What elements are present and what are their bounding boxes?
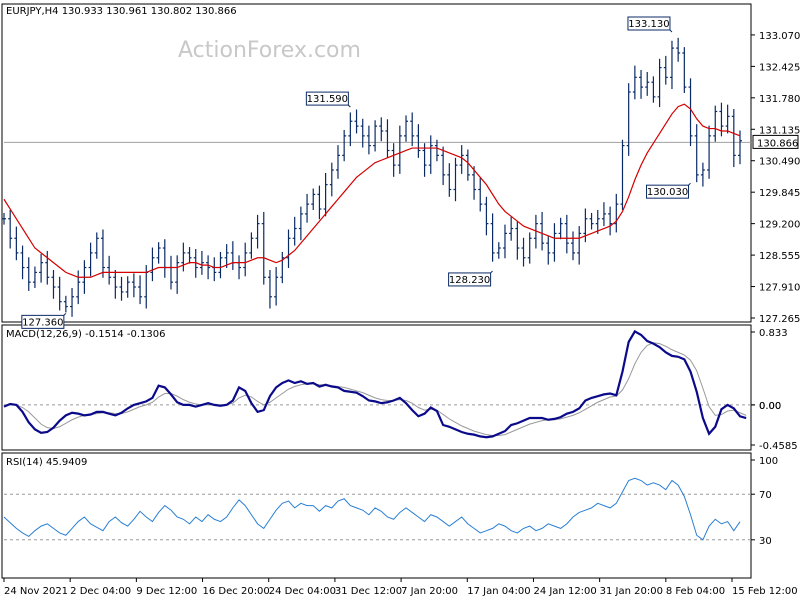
price-axis-tick-label: 129.200 [759,220,800,231]
price-axis-tick-label: 128.555 [759,251,800,262]
callout-label: 133.130 [628,19,669,30]
last-price-badge: 130.866 [752,134,799,149]
price-callout: 127.360 [21,313,67,329]
x-axis-tick-label: 31 Dec 12:00 [335,586,402,597]
x-axis-tick-label: 24 Dec 04:00 [269,586,336,597]
price-axis-tick-label: 133.070 [759,31,800,42]
last-price-label: 130.866 [757,138,798,149]
callout-label: 127.360 [22,317,63,328]
rsi-axis-tick-label: 70 [759,490,772,501]
x-axis-tick-label: 24 Jan 12:00 [533,586,596,597]
price-callout: 133.130 [627,16,673,33]
x-axis-tick-label: 16 Dec 20:00 [203,586,270,597]
symbol-header: EURJPY,H4 130.933 130.961 130.802 130.86… [6,6,237,17]
price-callout: 128.230 [448,270,493,287]
watermark: ActionForex.com [178,38,361,63]
price-axis-tick-label: 132.425 [759,62,800,73]
macd-label: MACD(12,26,9) -0.1514 -0.1306 [6,329,166,340]
x-axis-tick-label: 9 Dec 12:00 [136,586,197,597]
callout-label: 130.030 [647,187,688,198]
price-callout: 131.590 [305,91,351,108]
x-axis-tick-label: 7 Jan 20:00 [401,586,458,597]
macd-axis-tick-label: -0.4585 [759,441,798,452]
x-axis-tick-label: 24 Nov 2021 [4,586,68,597]
price-axis-tick-label: 127.910 [759,283,800,294]
x-axis-tick-label: 31 Jan 20:00 [600,586,663,597]
rsi-label: RSI(14) 45.9409 [6,457,87,468]
macd-axis-tick-label: 0.833 [759,328,788,339]
x-axis-tick-label: 8 Feb 04:00 [666,586,725,597]
macd-axis-tick-label: 0.00 [759,401,781,412]
price-axis-tick-label: 130.490 [759,157,800,168]
rsi-panel-frame [1,452,752,579]
price-panel-frame [1,3,752,323]
chart-root: EURJPY,H4 130.933 130.961 130.802 130.86… [0,0,800,600]
price-callout: 130.030 [646,182,691,199]
price-axis-tick-label: 127.265 [759,314,800,325]
x-axis-tick-label: 17 Jan 04:00 [467,586,530,597]
price-axis-tick-label: 131.780 [759,94,800,105]
callout-label: 131.590 [307,94,348,105]
price-axis-tick-label: 131.135 [759,125,800,136]
chart-svg: EURJPY,H4 130.933 130.961 130.802 130.86… [1,3,800,597]
rsi-axis-tick-label: 100 [759,456,778,467]
x-axis-tick-label: 15 Feb 12:00 [732,586,798,597]
price-axis-tick-label: 129.845 [759,188,800,199]
x-axis-tick-label: 2 Dec 04:00 [70,586,131,597]
rsi-axis-tick-label: 30 [759,536,772,547]
macd-panel-frame [1,324,752,451]
callout-label: 128.230 [449,275,490,286]
